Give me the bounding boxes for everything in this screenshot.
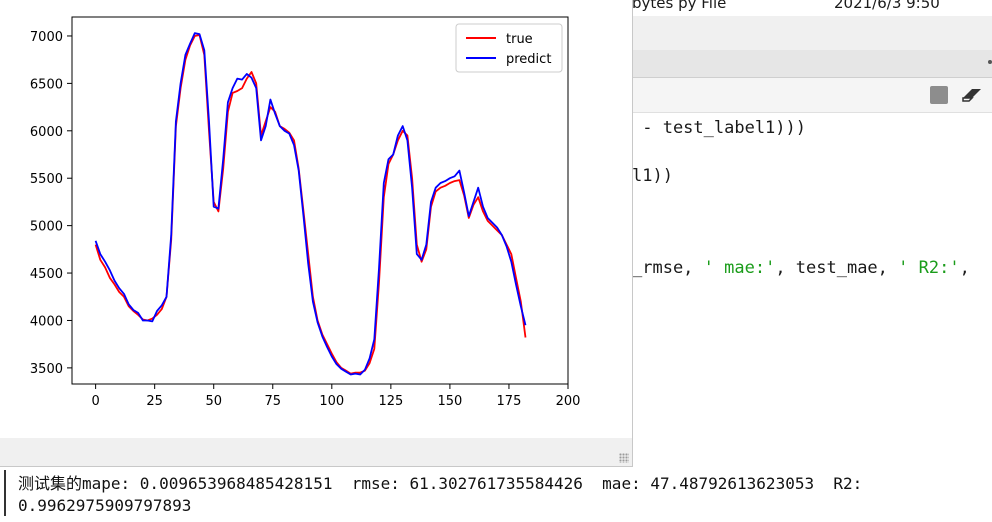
x-tick-label: 125 <box>378 394 403 409</box>
console-metrics-line: 测试集的mape: 0.009653968485428151 rmse: 61.… <box>18 474 863 493</box>
code-token: , test_mae, <box>775 258 899 278</box>
x-tick-label: 200 <box>556 394 581 409</box>
eraser-icon[interactable] <box>960 86 984 104</box>
x-tick-label: 100 <box>319 394 344 409</box>
editor-tab-bar <box>632 16 992 51</box>
y-tick-label: 6500 <box>30 77 63 92</box>
y-tick-label: 4000 <box>30 314 63 329</box>
code-line-3: _rmse, ' mae:', test_mae, ' R2:', <box>632 258 970 278</box>
code-line-2: l1)) <box>632 166 673 186</box>
code-token: - test_label1))) <box>632 118 806 138</box>
y-tick-label: 6000 <box>30 125 63 140</box>
figure-status-bar <box>0 438 632 466</box>
line-chart: 0 25 50 75 100 125 150 175 200 3500 4000 4500 5000 55… <box>30 16 581 409</box>
y-tick-label: 3500 <box>30 362 63 377</box>
file-date-text: 2021/6/3 9:50 <box>834 0 940 12</box>
y-tick-label: 5000 <box>30 220 63 235</box>
stop-square-icon[interactable] <box>930 86 948 104</box>
console-gutter-marker <box>4 470 6 516</box>
x-tick-label: 0 <box>91 394 99 409</box>
console-r2-value-line: 0.9962975909797893 <box>18 496 192 515</box>
figure-window[interactable]: 0 25 50 75 100 125 150 175 200 3500 4000 4500 5000 55… <box>0 0 633 467</box>
legend-label-true: true <box>506 32 533 47</box>
code-token: ' R2:' <box>898 258 960 278</box>
x-tick-label: 150 <box>437 394 462 409</box>
y-tick-label: 4500 <box>30 267 63 282</box>
x-tick-label: 25 <box>146 394 163 409</box>
code-token: , <box>959 258 970 278</box>
y-tick-label: 7000 <box>30 30 63 45</box>
x-tick-label: 50 <box>205 394 222 409</box>
resize-grip-icon[interactable] <box>619 453 629 463</box>
y-tick-label: 5500 <box>30 172 63 187</box>
code-token: l1)) <box>632 166 673 186</box>
more-dot-icon[interactable] <box>988 60 992 64</box>
legend-label-predict: predict <box>506 52 551 67</box>
code-line-1: - test_label1))) <box>632 118 806 138</box>
x-tick-label: 175 <box>497 394 522 409</box>
editor-toolbar <box>632 50 992 78</box>
file-list-header-row: bytes py File 2021/6/3 9:50 <box>632 0 992 16</box>
console-output: 测试集的mape: 0.009653968485428151 rmse: 61.… <box>0 466 992 522</box>
code-token: ' mae:' <box>703 258 776 278</box>
x-tick-label: 75 <box>264 394 281 409</box>
code-token: _rmse, <box>632 258 704 278</box>
file-size-type-text: bytes py File <box>632 0 727 12</box>
